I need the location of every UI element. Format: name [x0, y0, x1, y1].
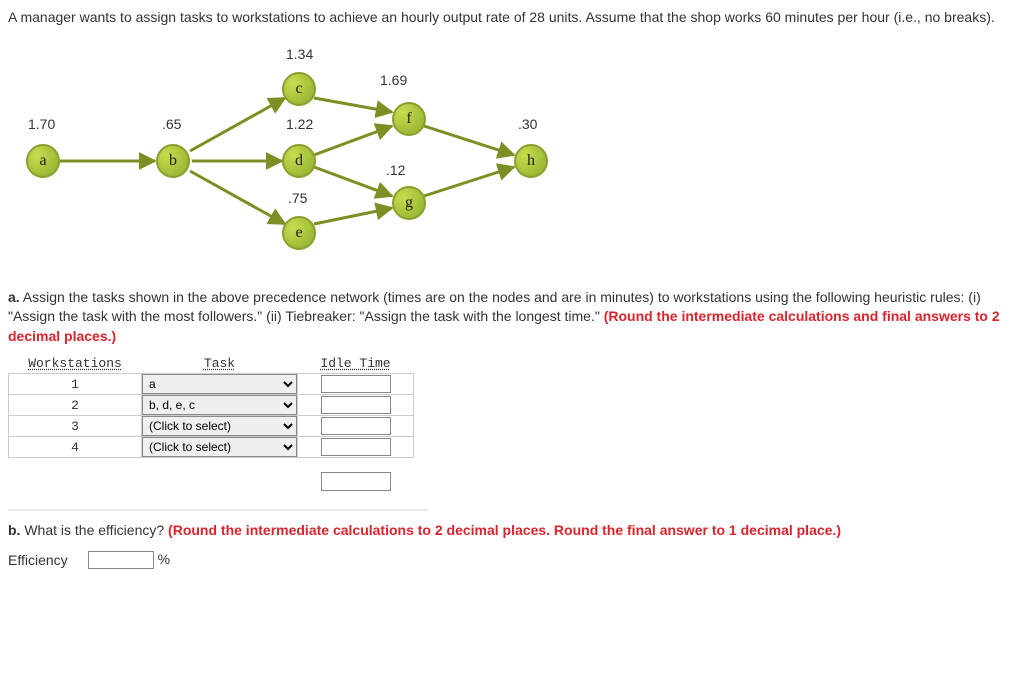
question-b-round: (Round the intermediate calculations to …: [168, 522, 841, 538]
table-row: 3(Click to select)ab, d, e, cf, ghf, g, …: [9, 416, 414, 437]
question-a-prefix: a.: [8, 289, 20, 305]
col-workstations: Workstations: [9, 354, 142, 374]
question-b-text: What is the efficiency?: [20, 522, 168, 538]
workstation-table: Workstations Task Idle Time 1(Click to s…: [8, 354, 414, 491]
node-c-time: 1.34: [286, 46, 313, 62]
node-c: c: [282, 72, 316, 106]
question-b-prefix: b.: [8, 522, 20, 538]
node-b: b: [156, 144, 190, 178]
node-a-time: 1.70: [28, 116, 55, 132]
table-row: 2(Click to select)ab, d, e, cf, ghf, g, …: [9, 395, 414, 416]
ws-cell: 1: [9, 374, 142, 395]
ws-cell: 3: [9, 416, 142, 437]
node-g: g: [392, 186, 426, 220]
col-idle: Idle Time: [298, 354, 414, 374]
efficiency-input[interactable]: [88, 551, 154, 569]
node-f: f: [392, 102, 426, 136]
efficiency-row: Efficiency %: [8, 551, 1016, 569]
node-g-time: .12: [386, 162, 405, 178]
node-d: d: [282, 144, 316, 178]
question-b: b. What is the efficiency? (Round the in…: [8, 521, 1016, 541]
node-h: h: [514, 144, 548, 178]
divider: [8, 509, 428, 511]
task-select[interactable]: (Click to select)ab, d, e, cf, ghf, g, h…: [142, 374, 297, 394]
idle-input[interactable]: [321, 375, 391, 393]
efficiency-unit: %: [158, 551, 170, 567]
node-h-time: .30: [518, 116, 537, 132]
node-e-time: .75: [288, 190, 307, 206]
task-select[interactable]: (Click to select)ab, d, e, cf, ghf, g, h…: [142, 395, 297, 415]
ws-cell: 2: [9, 395, 142, 416]
node-e: e: [282, 216, 316, 250]
idle-input[interactable]: [321, 438, 391, 456]
ws-cell: 4: [9, 437, 142, 458]
problem-intro: A manager wants to assign tasks to works…: [8, 8, 1016, 28]
idle-input[interactable]: [321, 396, 391, 414]
precedence-diagram: a 1.70 b .65 c 1.34 d 1.22 e .75 f 1.69 …: [18, 48, 578, 268]
col-task: Task: [142, 354, 298, 374]
node-d-time: 1.22: [286, 116, 313, 132]
question-a: a. Assign the tasks shown in the above p…: [8, 288, 1016, 347]
efficiency-label: Efficiency: [8, 552, 68, 568]
node-a: a: [26, 144, 60, 178]
idle-input[interactable]: [321, 417, 391, 435]
table-row: 4(Click to select)ab, d, e, cf, ghf, g, …: [9, 437, 414, 458]
idle-total-input[interactable]: [321, 472, 391, 491]
node-f-time: 1.69: [380, 72, 407, 88]
task-select[interactable]: (Click to select)ab, d, e, cf, ghf, g, h…: [142, 437, 297, 457]
task-select[interactable]: (Click to select)ab, d, e, cf, ghf, g, h…: [142, 416, 297, 436]
node-b-time: .65: [162, 116, 181, 132]
table-row: 1(Click to select)ab, d, e, cf, ghf, g, …: [9, 374, 414, 395]
